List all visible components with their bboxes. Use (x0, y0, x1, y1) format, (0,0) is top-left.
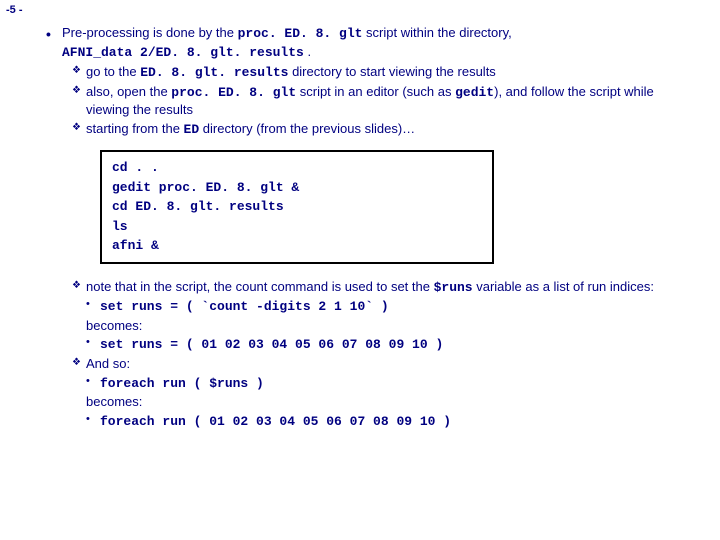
sub-bullet-list: go to the ED. 8. glt. results directory … (72, 63, 692, 138)
sub-bullet: And so: (72, 355, 692, 373)
text: . (304, 44, 311, 59)
code-line: cd ED. 8. glt. results (112, 197, 482, 217)
text: directory to start viewing the results (288, 64, 495, 79)
notes-block: note that in the script, the count comma… (72, 278, 692, 430)
code-inline: AFNI_data 2/ED. 8. glt. results (62, 45, 304, 60)
inner-bullet: set runs = ( `count -digits 2 1 10` ) (72, 297, 692, 316)
code-line: set runs = ( 01 02 03 04 05 06 07 08 09 … (100, 337, 443, 352)
sub-bullet: starting from the ED directory (from the… (72, 120, 692, 139)
code-line: ls (112, 217, 482, 237)
page-number: -5 - (6, 4, 23, 16)
code-line: foreach run ( $runs ) (100, 376, 264, 391)
text: script in an editor (such as (296, 84, 455, 99)
text: variable as a list of run indices: (473, 279, 654, 294)
sub-bullet: note that in the script, the count comma… (72, 278, 692, 297)
content-area: • Pre-processing is done by the proc. ED… (62, 24, 692, 431)
text: also, open the (86, 84, 171, 99)
main-bullet-text: Pre-processing is done by the proc. ED. … (62, 24, 692, 61)
code-inline: ED (184, 122, 200, 137)
inner-bullet: foreach run ( 01 02 03 04 05 06 07 08 09… (72, 412, 692, 431)
bullet-icon: • (46, 26, 51, 42)
code-line: afni & (112, 236, 482, 256)
text-line: becomes: (72, 393, 692, 411)
text: script within the directory, (362, 25, 511, 40)
code-line: foreach run ( 01 02 03 04 05 06 07 08 09… (100, 414, 451, 429)
slide-page: -5 - • Pre-processing is done by the pro… (0, 0, 720, 540)
code-inline: $runs (434, 280, 473, 295)
code-inline: proc. ED. 8. glt (171, 85, 296, 100)
code-line: gedit proc. ED. 8. glt & (112, 178, 482, 198)
text-line: becomes: (72, 317, 692, 335)
code-line: set runs = ( `count -digits 2 1 10` ) (100, 299, 389, 314)
text: directory (from the previous slides)… (199, 121, 415, 136)
sub-bullet: go to the ED. 8. glt. results directory … (72, 63, 692, 82)
code-block: cd . . gedit proc. ED. 8. glt & cd ED. 8… (100, 150, 494, 264)
inner-bullet: foreach run ( $runs ) (72, 374, 692, 393)
inner-bullet: set runs = ( 01 02 03 04 05 06 07 08 09 … (72, 335, 692, 354)
code-inline: ED. 8. glt. results (140, 65, 288, 80)
text: And so: (86, 356, 130, 371)
text: note that in the script, the count comma… (86, 279, 434, 294)
code-inline: proc. ED. 8. glt (238, 26, 363, 41)
text: go to the (86, 64, 140, 79)
text: starting from the (86, 121, 184, 136)
text: Pre-processing is done by the (62, 25, 238, 40)
sub-bullet: also, open the proc. ED. 8. glt script i… (72, 83, 692, 119)
code-inline: gedit (455, 85, 494, 100)
code-line: cd . . (112, 158, 482, 178)
